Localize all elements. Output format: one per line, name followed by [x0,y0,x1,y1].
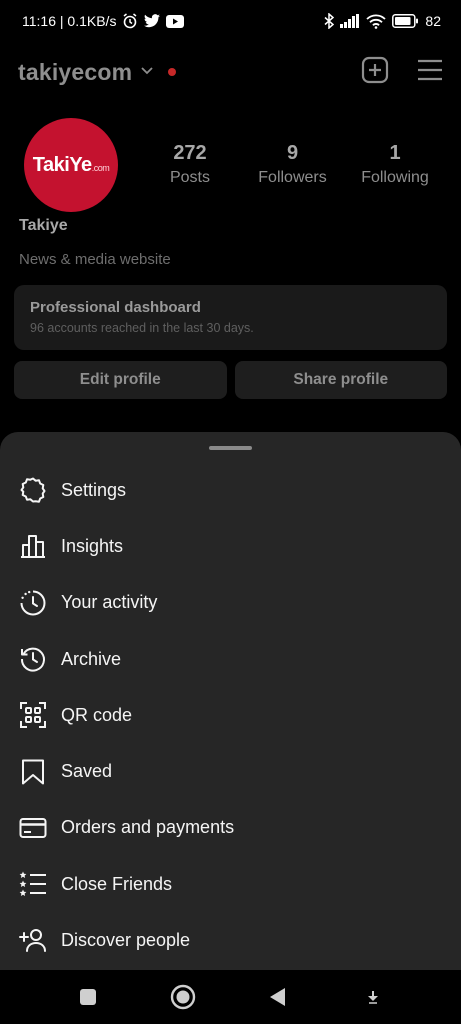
stat-followers[interactable]: 9 Followers [243,142,343,187]
profile-category: News & media website [19,251,171,268]
twitter-icon [144,14,161,28]
menu-item-label: Close Friends [61,873,173,894]
dashboard-subtitle: 96 accounts reached in the last 30 days. [30,321,254,335]
profile-name: Takiye [19,217,68,234]
activity-clock-icon [18,588,48,618]
stat-value: 272 [173,142,207,164]
menu-item-insights[interactable]: Insights [0,518,461,574]
professional-dashboard[interactable]: Professional dashboard 96 accounts reach… [14,285,447,350]
menu-item-settings[interactable]: Settings [0,462,461,518]
profile-actions: Edit profile Share profile [14,361,447,399]
menu-item-discover-people[interactable]: Discover people [0,912,461,968]
stat-label: Followers [258,169,327,186]
account-switcher[interactable]: takiyecom [18,58,177,86]
options-bottom-sheet: Settings Insights Your activity Archive [0,432,461,972]
menu-item-archive[interactable]: Archive [0,631,461,687]
menu-hamburger-icon[interactable] [417,59,443,86]
battery-level: 82 [425,13,441,29]
dashboard-title: Professional dashboard [30,299,201,316]
battery-icon [392,14,419,28]
alarm-icon [122,13,138,29]
home-circle-icon[interactable] [163,977,203,1017]
status-time: 11:16 | 0.1KB/s [22,13,117,29]
hide-nav-chevron-icon[interactable] [353,977,393,1017]
menu-item-label: QR code [61,704,133,725]
avatar-logo: TakiYe.com [32,153,110,176]
menu-item-orders-payments[interactable]: Orders and payments [0,800,461,856]
signal-icon [340,14,360,28]
bookmark-icon [18,757,48,787]
edit-profile-button[interactable]: Edit profile [14,361,227,399]
system-nav-bar [0,970,461,1024]
back-triangle-icon[interactable] [258,977,298,1017]
menu-item-your-activity[interactable]: Your activity [0,575,461,631]
credit-card-icon [18,813,48,843]
menu-item-qr-code[interactable]: QR code [0,687,461,743]
profile-stats: 272 Posts 9 Followers 1 Following [140,142,445,187]
recents-square-icon[interactable] [68,977,108,1017]
stat-value: 1 [389,142,401,164]
stat-following[interactable]: 1 Following [345,142,445,187]
sheet-drag-handle[interactable] [209,446,252,450]
notification-dot [168,68,177,76]
menu-item-label: Your activity [61,592,158,613]
menu-item-label: Archive [61,648,122,669]
stat-value: 9 [286,142,299,164]
stat-label: Posts [169,169,210,186]
wifi-icon [366,14,387,29]
stat-label: Following [361,169,429,186]
menu-item-label: Settings [61,479,127,500]
youtube-icon [166,14,185,28]
status-bar: 11:16 | 0.1KB/s 82 [0,0,461,42]
star-list-icon [18,869,48,899]
archive-clock-icon [18,644,48,674]
gear-icon [18,475,48,505]
avatar[interactable]: TakiYe.com [24,118,118,212]
menu-item-saved[interactable]: Saved [0,743,461,799]
stat-posts[interactable]: 272 Posts [140,142,240,187]
menu-item-label: Saved [61,761,113,782]
qr-code-icon [18,700,48,730]
share-profile-button[interactable]: Share profile [234,361,447,399]
username: takiyecom [18,58,133,85]
chevron-down-icon [140,63,154,81]
add-person-icon [18,926,48,956]
bluetooth-icon [324,13,335,29]
menu-item-label: Discover people [61,930,191,951]
create-post-icon[interactable] [361,56,389,89]
bar-chart-icon [18,531,48,561]
profile-header: takiyecom [0,50,461,94]
menu-item-close-friends[interactable]: Close Friends [0,856,461,912]
menu-item-label: Orders and payments [61,817,235,838]
menu-item-label: Insights [61,535,124,556]
options-menu: Settings Insights Your activity Archive [0,462,461,969]
